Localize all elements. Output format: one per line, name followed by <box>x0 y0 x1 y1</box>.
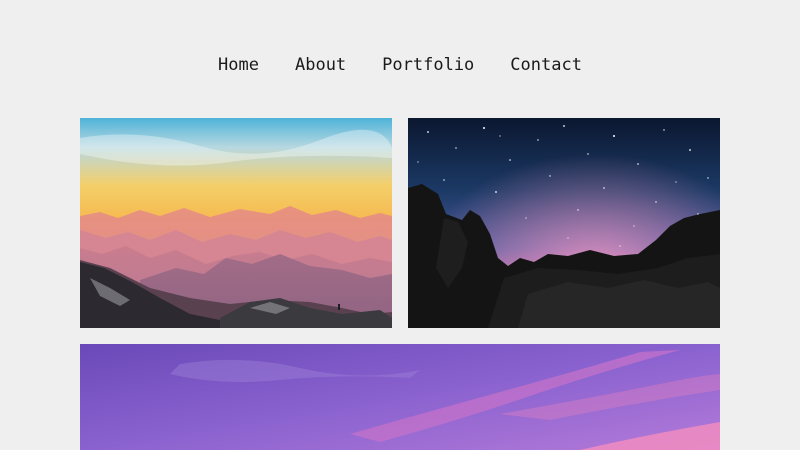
nav-link-about[interactable]: About <box>295 52 346 78</box>
purple-sky-image <box>80 344 720 450</box>
nav-link-portfolio[interactable]: Portfolio <box>382 52 474 78</box>
starry-night-image <box>408 118 720 328</box>
purple-sky-photo[interactable] <box>80 344 720 450</box>
starry-night-rocks-photo[interactable] <box>408 118 720 328</box>
mountain-sunset-photo[interactable] <box>80 118 392 328</box>
main-nav: Home About Portfolio Contact <box>0 52 800 78</box>
mountain-sunset-image <box>80 118 392 328</box>
nav-link-home[interactable]: Home <box>218 52 259 78</box>
nav-link-contact[interactable]: Contact <box>510 52 582 78</box>
